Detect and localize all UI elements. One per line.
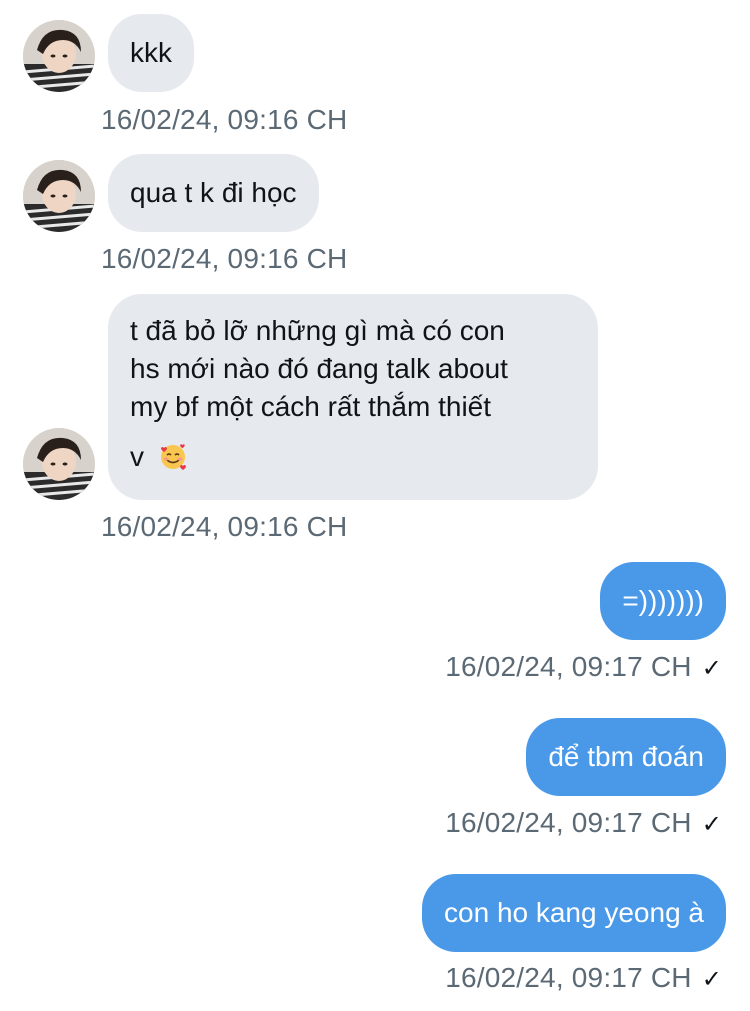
message-timestamp: 16/02/24, 09:17 CH [445,651,692,682]
message-bubble-4[interactable]: =))))))) [600,562,726,640]
sender-avatar[interactable] [23,20,95,92]
avatar-photo-icon [23,160,95,232]
message-text: kkk [130,37,172,68]
sent-check-icon: ✓ [701,655,722,682]
message-line: v [130,441,144,472]
message-text: để tbm đoán [548,741,704,772]
message-text: =))))))) [622,585,704,616]
message-timestamp: 16/02/24, 09:16 CH [101,511,348,542]
message-line-with-emoji: v [130,438,576,476]
message-timestamp-row: 16/02/24, 09:17 CH ✓ [445,651,722,683]
message-line: hs mới nào đó đang talk about [130,353,508,384]
message-line: t đã bỏ lỡ những gì mà có con [130,315,505,346]
sent-check-icon: ✓ [701,811,722,838]
message-timestamp-row: 16/02/24, 09:17 CH ✓ [445,807,722,839]
message-bubble-3[interactable]: t đã bỏ lỡ những gì mà có con hs mới nào… [108,294,598,500]
message-bubble-5[interactable]: để tbm đoán [526,718,726,796]
message-bubble-2[interactable]: qua t k đi học [108,154,319,232]
message-timestamp: 16/02/24, 09:16 CH [101,243,348,274]
message-timestamp: 16/02/24, 09:16 CH [101,104,348,135]
sender-avatar[interactable] [23,428,95,500]
sender-avatar[interactable] [23,160,95,232]
avatar-photo-icon [23,428,95,500]
message-bubble-6[interactable]: con ho kang yeong à [422,874,726,952]
message-text: con ho kang yeong à [444,897,704,928]
message-timestamp: 16/02/24, 09:17 CH [445,807,692,838]
message-timestamp: 16/02/24, 09:17 CH [445,962,692,993]
avatar-photo-icon [23,20,95,92]
smiling-face-with-hearts-icon [160,444,186,470]
message-text: qua t k đi học [130,177,297,208]
sent-check-icon: ✓ [701,966,722,993]
message-line: my bf một cách rất thắm thiết [130,391,492,422]
message-bubble-1[interactable]: kkk [108,14,194,92]
message-timestamp-row: 16/02/24, 09:17 CH ✓ [445,962,722,994]
